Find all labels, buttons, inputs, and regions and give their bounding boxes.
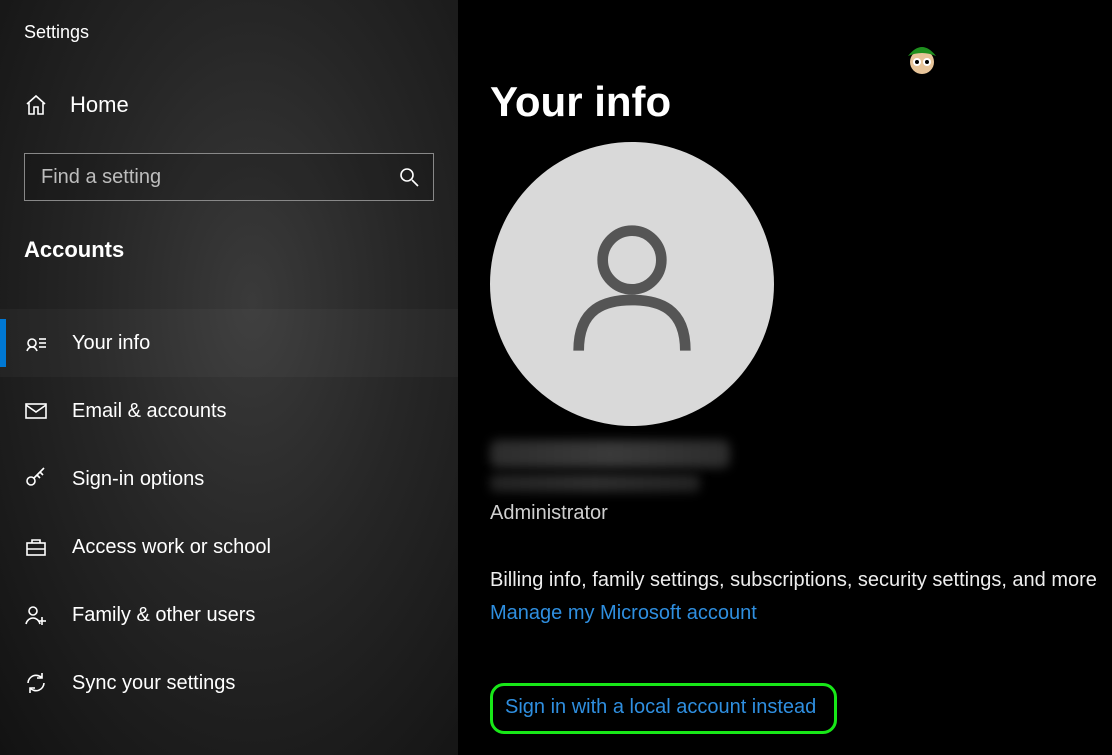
sidebar-item-label: Email & accounts [72, 400, 227, 423]
sidebar-item-family-users[interactable]: Family & other users [0, 581, 458, 649]
search-input[interactable] [41, 166, 397, 189]
billing-description: Billing info, family settings, subscript… [490, 569, 1112, 592]
sync-icon [24, 671, 48, 695]
sidebar-item-label: Sync your settings [72, 672, 235, 695]
sidebar-item-work-school[interactable]: Access work or school [0, 513, 458, 581]
user-avatar[interactable] [490, 142, 774, 426]
sign-in-local-account-link[interactable]: Sign in with a local account instead [505, 696, 816, 719]
person-icon [552, 204, 712, 364]
page-title: Your info [490, 78, 1112, 126]
people-add-icon [24, 603, 48, 627]
sidebar-item-label: Family & other users [72, 604, 255, 627]
sidebar-nav: Your info Email & accounts Sign-in optio… [0, 309, 458, 717]
user-name-redacted [490, 440, 730, 468]
corner-avatar-image [902, 40, 942, 80]
search-icon [397, 165, 421, 189]
main-content: Your info Administrator Billing info, fa… [458, 0, 1112, 755]
category-heading: Accounts [0, 201, 458, 263]
sidebar-item-label: Your info [72, 332, 150, 355]
home-label: Home [70, 92, 129, 118]
local-account-highlight: Sign in with a local account instead [490, 683, 837, 734]
home-icon [24, 93, 48, 117]
mail-icon [24, 399, 48, 423]
briefcase-icon [24, 535, 48, 559]
sidebar-item-label: Access work or school [72, 536, 271, 559]
search-box[interactable] [24, 153, 434, 201]
sidebar-home[interactable]: Home [0, 77, 458, 133]
sidebar-item-sync-settings[interactable]: Sync your settings [0, 649, 458, 717]
sidebar-item-signin-options[interactable]: Sign-in options [0, 445, 458, 513]
manage-microsoft-account-link[interactable]: Manage my Microsoft account [490, 602, 757, 625]
person-card-icon [24, 331, 48, 355]
settings-sidebar: Settings Home Accounts Your info Email &… [0, 0, 458, 755]
sidebar-item-email-accounts[interactable]: Email & accounts [0, 377, 458, 445]
user-email-redacted [490, 474, 700, 492]
key-icon [24, 467, 48, 491]
app-title: Settings [0, 8, 458, 57]
user-role: Administrator [490, 502, 1112, 525]
sidebar-item-your-info[interactable]: Your info [0, 309, 458, 377]
sidebar-item-label: Sign-in options [72, 468, 204, 491]
